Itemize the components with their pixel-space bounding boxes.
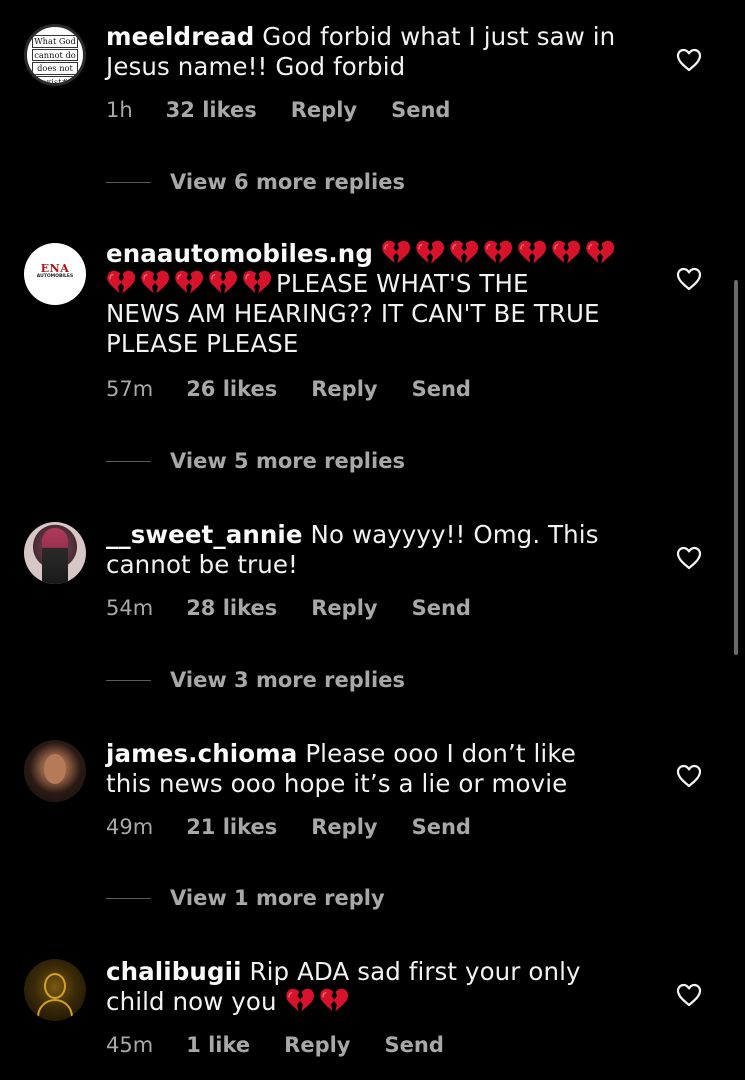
username[interactable]: enaautomobiles.ng — [106, 239, 373, 268]
comment-text: james.chioma Please ooo I don’t like thi… — [106, 739, 626, 799]
broken-heart-icon — [319, 987, 349, 1015]
comment-meta: 45m 1 like Reply Send — [106, 1033, 444, 1057]
comment-text: enaautomobiles.ng PLEASE WHAT'S THE NEWS… — [106, 239, 646, 359]
broken-heart-icon — [483, 239, 513, 267]
heart-outline-icon[interactable] — [676, 267, 702, 291]
broken-heart-icon — [551, 239, 581, 267]
timestamp: 57m — [106, 377, 154, 401]
comment-body-line: NEWS AM HEARING?? IT CAN'T BE TRUE — [106, 299, 600, 328]
view-replies-label: View 3 more replies — [170, 668, 405, 692]
view-replies-label: View 1 more reply — [170, 886, 385, 910]
view-replies-label: View 5 more replies — [170, 449, 405, 473]
send-button[interactable]: Send — [412, 815, 471, 839]
broken-heart-icon — [174, 269, 204, 297]
view-replies-button[interactable]: View 3 more replies — [106, 668, 405, 692]
username[interactable]: james.chioma — [106, 739, 297, 768]
replies-divider — [106, 679, 151, 681]
comment-text: __sweet_annie No wayyyy!! Omg. This cann… — [106, 520, 626, 580]
view-replies-button[interactable]: View 1 more reply — [106, 886, 385, 910]
reply-button[interactable]: Reply — [291, 98, 357, 122]
view-replies-button[interactable]: View 6 more replies — [106, 170, 405, 194]
reply-button[interactable]: Reply — [284, 1033, 350, 1057]
avatar[interactable] — [24, 959, 86, 1021]
send-button[interactable]: Send — [412, 377, 471, 401]
avatar[interactable] — [24, 522, 86, 584]
avatar-quote: What God cannot do does not exist# — [32, 35, 78, 83]
broken-heart-icon — [449, 239, 479, 267]
avatar-figure — [42, 528, 68, 584]
likes-count[interactable]: 26 likes — [186, 377, 277, 401]
replies-divider — [106, 460, 151, 462]
reply-button[interactable]: Reply — [311, 815, 377, 839]
avatar-quote-line: What God — [32, 35, 78, 48]
comment-body-line: PLEASE WHAT'S THE — [276, 269, 529, 298]
avatar-quote-line: exist# — [32, 75, 78, 83]
view-replies-label: View 6 more replies — [170, 170, 405, 194]
broken-heart-icon — [140, 269, 170, 297]
comment-meta: 49m 21 likes Reply Send — [106, 815, 471, 839]
broken-heart-icon — [381, 239, 411, 267]
comment-meta: 57m 26 likes Reply Send — [106, 377, 471, 401]
send-button[interactable]: Send — [412, 596, 471, 620]
likes-count[interactable]: 28 likes — [186, 596, 277, 620]
broken-heart-icon — [106, 269, 136, 297]
broken-heart-icon — [285, 987, 315, 1015]
replies-divider — [106, 181, 151, 183]
avatar-silhouette — [44, 973, 66, 999]
username[interactable]: meeldread — [106, 22, 254, 51]
broken-heart-icon — [415, 239, 445, 267]
likes-count[interactable]: 21 likes — [186, 815, 277, 839]
avatar-face — [44, 754, 66, 784]
send-button[interactable]: Send — [385, 1033, 444, 1057]
heart-outline-icon[interactable] — [676, 546, 702, 570]
comment-text: meeldread God forbid what I just saw in … — [106, 22, 626, 82]
avatar-quote-line: cannot do — [32, 48, 78, 61]
heart-outline-icon[interactable] — [676, 983, 702, 1007]
likes-count[interactable]: 32 likes — [166, 98, 257, 122]
broken-heart-icon — [242, 269, 272, 297]
avatar[interactable]: What God cannot do does not exist# — [24, 24, 86, 86]
replies-divider — [106, 897, 151, 899]
avatar-logo-sub: AUTOMOBILES — [36, 274, 74, 279]
heart-outline-icon[interactable] — [676, 764, 702, 788]
likes-count[interactable]: 1 like — [186, 1033, 250, 1057]
broken-heart-icon — [517, 239, 547, 267]
reply-button[interactable]: Reply — [311, 377, 377, 401]
timestamp: 49m — [106, 815, 154, 839]
reply-button[interactable]: Reply — [311, 596, 377, 620]
username[interactable]: chalibugii — [106, 957, 242, 986]
scrollbar[interactable] — [734, 280, 738, 655]
avatar[interactable]: ENA AUTOMOBILES — [24, 243, 86, 305]
send-button[interactable]: Send — [391, 98, 450, 122]
timestamp: 45m — [106, 1033, 154, 1057]
comment-text: chalibugii Rip ADA sad first your only c… — [106, 957, 626, 1017]
timestamp: 1h — [106, 98, 133, 122]
broken-heart-icon — [208, 269, 238, 297]
username[interactable]: __sweet_annie — [106, 520, 303, 549]
timestamp: 54m — [106, 596, 154, 620]
comment-body-line: PLEASE PLEASE — [106, 329, 299, 358]
comment-meta: 54m 28 likes Reply Send — [106, 596, 471, 620]
view-replies-button[interactable]: View 5 more replies — [106, 449, 405, 473]
broken-heart-icon — [585, 239, 615, 267]
avatar-silhouette-body — [37, 999, 73, 1021]
avatar-quote-line: does not — [32, 62, 78, 75]
heart-outline-icon[interactable] — [676, 48, 702, 72]
avatar[interactable] — [24, 740, 86, 802]
comment-meta: 1h 32 likes Reply Send — [106, 98, 450, 122]
